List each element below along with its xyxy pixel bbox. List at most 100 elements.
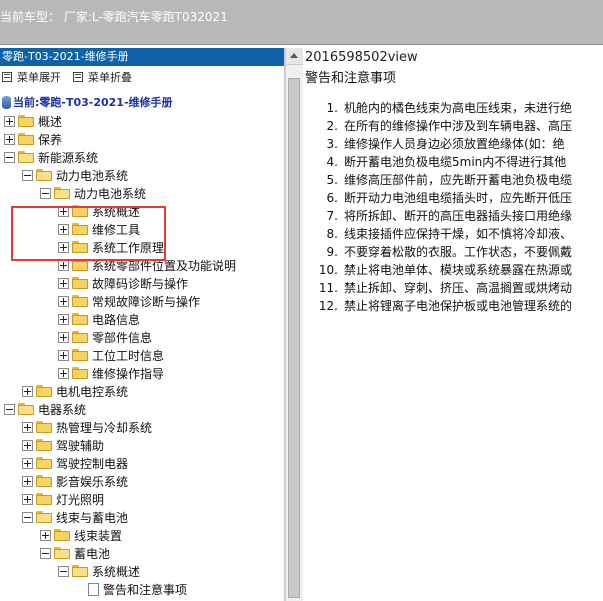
tree-node-label: 新能源系统 bbox=[38, 150, 99, 165]
list-item: 2. 在所有的维修操作中涉及到车辆电器、高压 bbox=[305, 117, 603, 135]
current-manual-label: 当前:零跑-T03-2021-维修手册 bbox=[13, 96, 173, 109]
expand-toggle-icon[interactable] bbox=[22, 493, 33, 505]
expand-toggle-icon[interactable] bbox=[58, 367, 69, 379]
tree-node-label: 影音娱乐系统 bbox=[56, 474, 129, 489]
tree-node-label: 常规故障诊断与操作 bbox=[92, 294, 201, 309]
list-item-text: 禁止拆卸、穿刺、挤压、高温搁置或烘烤动 bbox=[344, 281, 573, 295]
tree-node[interactable]: 驾驶控制电器 bbox=[0, 454, 284, 472]
tree-node[interactable]: 驾驶辅助 bbox=[0, 436, 284, 454]
expand-toggle-icon[interactable] bbox=[58, 205, 69, 217]
tree-node[interactable]: 新能源系统 bbox=[0, 148, 284, 166]
folder-icon bbox=[18, 115, 35, 127]
tree-node[interactable]: 零部件信息 bbox=[0, 328, 284, 346]
collapse-toggle-icon[interactable] bbox=[22, 511, 33, 523]
folder-icon bbox=[72, 349, 89, 361]
list-item-number: 8. bbox=[326, 227, 338, 241]
tree-node[interactable]: 动力电池系统 bbox=[0, 184, 284, 202]
expand-all-button[interactable]: 菜单展开 bbox=[2, 69, 61, 85]
expand-toggle-icon[interactable] bbox=[22, 439, 33, 451]
expand-toggle-icon[interactable] bbox=[22, 475, 33, 487]
folder-icon bbox=[72, 331, 89, 343]
tree-node[interactable]: 电机电控系统 bbox=[0, 382, 284, 400]
collapse-toggle-icon[interactable] bbox=[22, 169, 33, 181]
expand-toggle-icon[interactable] bbox=[22, 421, 33, 433]
collapse-toggle-icon[interactable] bbox=[40, 187, 51, 199]
menu-icon bbox=[73, 72, 83, 82]
list-item: 9. 不要穿着松散的衣服。工作状态，不要佩戴 bbox=[305, 243, 603, 261]
tree-node[interactable]: 系统工作原理 bbox=[0, 238, 284, 256]
list-item: 10. 禁止将电池单体、模块或系统暴露在热源或 bbox=[305, 261, 603, 279]
list-item-number: 3. bbox=[326, 137, 338, 151]
tree-node[interactable]: 电路信息 bbox=[0, 310, 284, 328]
expand-toggle-icon[interactable] bbox=[58, 295, 69, 307]
expand-toggle-icon[interactable] bbox=[22, 457, 33, 469]
collapse-toggle-icon[interactable] bbox=[40, 547, 51, 559]
tree-node[interactable]: 电器系统 bbox=[0, 400, 284, 418]
list-item-text: 维修高压部件前，应先断开蓄电池负极电缆 bbox=[344, 173, 573, 187]
tree-node[interactable]: 系统概述 bbox=[0, 562, 284, 580]
tree-node[interactable]: 影音娱乐系统 bbox=[0, 472, 284, 490]
tree-node[interactable]: 系统零部件位置及功能说明 bbox=[0, 256, 284, 274]
collapse-all-label: 菜单折叠 bbox=[88, 71, 132, 84]
list-item-number: 9. bbox=[326, 245, 338, 259]
folder-icon bbox=[72, 295, 89, 307]
tree-node[interactable]: 常规故障诊断与操作 bbox=[0, 292, 284, 310]
expand-toggle-icon[interactable] bbox=[40, 529, 51, 541]
expand-toggle-icon[interactable] bbox=[58, 277, 69, 289]
tree-node[interactable]: 系统概述 bbox=[0, 202, 284, 220]
folder-icon bbox=[72, 313, 89, 325]
collapse-toggle-icon[interactable] bbox=[4, 151, 15, 163]
folder-icon bbox=[36, 385, 53, 397]
tree-scrollbar[interactable] bbox=[285, 48, 303, 601]
tree-node[interactable]: 工位工时信息 bbox=[0, 346, 284, 364]
expand-toggle-icon[interactable] bbox=[58, 331, 69, 343]
list-item: 5. 维修高压部件前，应先断开蓄电池负极电缆 bbox=[305, 171, 603, 189]
folder-icon bbox=[18, 151, 35, 163]
list-item: 3. 维修操作人员身边必须放置绝缘体(如：绝 bbox=[305, 135, 603, 153]
tree-node[interactable]: 灯光照明 bbox=[0, 490, 284, 508]
tree-node[interactable]: 保养 bbox=[0, 130, 284, 148]
expand-toggle-icon[interactable] bbox=[58, 223, 69, 235]
tree-node[interactable]: 线束与蓄电池 bbox=[0, 508, 284, 526]
folder-icon bbox=[36, 493, 53, 505]
collapse-toggle-icon[interactable] bbox=[4, 403, 15, 415]
scroll-thumb[interactable] bbox=[288, 78, 300, 598]
list-item: 12. 禁止将锂离子电池保护板或电池管理系统的 bbox=[305, 297, 603, 315]
list-item-number: 10. bbox=[318, 263, 338, 277]
collapse-all-button[interactable]: 菜单折叠 bbox=[73, 69, 132, 85]
collapse-toggle-icon[interactable] bbox=[58, 565, 69, 577]
tree-node-label: 零部件信息 bbox=[92, 330, 153, 345]
tree-node[interactable]: 线束装置 bbox=[0, 526, 284, 544]
expand-toggle-icon[interactable] bbox=[58, 241, 69, 253]
tree-node[interactable]: 蓄电池 bbox=[0, 544, 284, 562]
tree-node[interactable]: 故障码诊断与操作 bbox=[0, 274, 284, 292]
navigation-panel: 零跑-T03-2021-维修手册 菜单展开 菜单折叠 当前:零跑-T03-202… bbox=[0, 48, 285, 601]
tree-node[interactable]: 警告和注意事项 bbox=[0, 580, 284, 598]
expand-toggle-icon[interactable] bbox=[4, 115, 15, 127]
current-manual[interactable]: 当前:零跑-T03-2021-维修手册 bbox=[0, 92, 284, 112]
list-item: 1. 机舱内的橘色线束为高电压线束，未进行绝 bbox=[305, 99, 603, 117]
scroll-up-arrow-icon[interactable] bbox=[286, 48, 303, 65]
tree-node-label: 系统工作原理 bbox=[92, 240, 165, 255]
tree-node[interactable]: 维修操作指导 bbox=[0, 364, 284, 382]
tree-node[interactable]: 概述 bbox=[0, 112, 284, 130]
tree-node-label: 驾驶控制电器 bbox=[56, 456, 129, 471]
folder-icon bbox=[36, 475, 53, 487]
expand-toggle-icon[interactable] bbox=[58, 259, 69, 271]
tree-node[interactable]: 维修工具 bbox=[0, 220, 284, 238]
list-item-number: 5. bbox=[326, 173, 338, 187]
expand-toggle-icon[interactable] bbox=[22, 385, 33, 397]
tree-node[interactable]: 热管理与冷却系统 bbox=[0, 418, 284, 436]
expand-toggle-icon[interactable] bbox=[58, 313, 69, 325]
tree-node-label: 电机电控系统 bbox=[56, 384, 129, 399]
page-title: 警告和注意事项 bbox=[305, 71, 397, 86]
folder-icon bbox=[54, 547, 71, 559]
tree-node-label: 动力电池系统 bbox=[74, 186, 147, 201]
tree-node[interactable]: 动力电池系统 bbox=[0, 166, 284, 184]
expand-toggle-icon[interactable] bbox=[58, 349, 69, 361]
expand-toggle-icon[interactable] bbox=[4, 133, 15, 145]
tree-node-label: 电路信息 bbox=[92, 312, 141, 327]
list-item-number: 2. bbox=[326, 119, 338, 133]
tree-node-label: 工位工时信息 bbox=[92, 348, 165, 363]
tree-node-label: 蓄电池 bbox=[74, 546, 111, 561]
